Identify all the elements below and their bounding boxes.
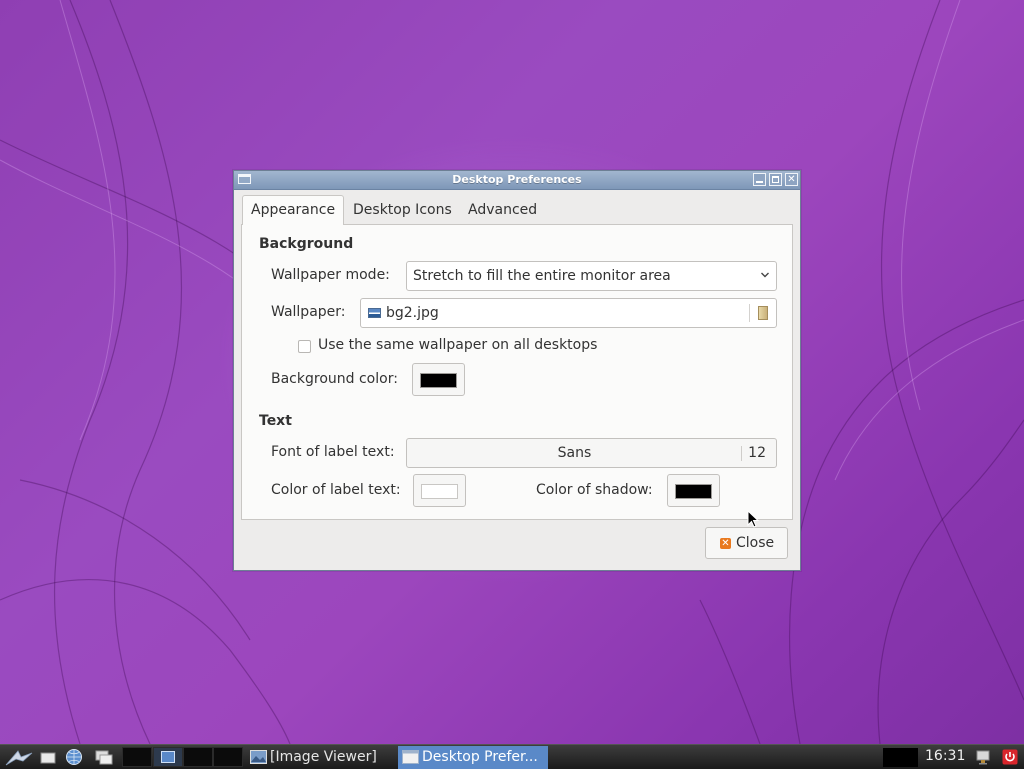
window-title: Desktop Preferences <box>452 173 582 186</box>
clock[interactable]: 16:31 <box>925 745 965 768</box>
image-file-icon <box>368 308 381 318</box>
font-name: Sans <box>557 445 592 461</box>
network-icon[interactable] <box>975 749 991 765</box>
background-color-swatch <box>420 373 457 388</box>
system-monitor[interactable] <box>883 748 918 767</box>
web-browser-icon[interactable] <box>64 748 84 766</box>
background-section-title: Background <box>259 236 354 252</box>
workspace-2[interactable] <box>153 747 183 767</box>
image-viewer-icon <box>250 750 267 764</box>
window-close-button[interactable]: ✕ <box>785 173 798 186</box>
wallpaper-mode-value: Stretch to fill the entire monitor area <box>413 268 671 284</box>
shadow-color-label: Color of shadow: <box>536 482 653 498</box>
task-desktop-preferences[interactable]: Desktop Prefer... <box>398 746 548 769</box>
power-icon[interactable] <box>1002 749 1018 765</box>
separator <box>749 304 750 322</box>
window-icon <box>402 750 419 764</box>
tab-appearance[interactable]: Appearance <box>242 195 345 225</box>
wallpaper-mode-label: Wallpaper mode: <box>271 267 390 283</box>
label-color-swatch <box>421 484 458 499</box>
tab-advanced[interactable]: Advanced <box>460 196 545 224</box>
title-bar[interactable]: Desktop Preferences ✕ <box>234 171 800 190</box>
font-chooser-button[interactable]: Sans 12 <box>406 438 777 468</box>
appearance-panel: Background Wallpaper mode: Stretch to fi… <box>241 224 793 520</box>
same-wallpaper-checkbox[interactable] <box>298 340 311 353</box>
separator <box>741 446 742 461</box>
workspace-1[interactable] <box>122 747 152 767</box>
workspace-4[interactable] <box>213 747 243 767</box>
tab-desktop-icons[interactable]: Desktop Icons <box>345 196 460 224</box>
background-color-label: Background color: <box>271 371 398 387</box>
task-desktop-preferences-label: Desktop Prefer... <box>422 749 538 765</box>
shadow-color-button[interactable] <box>667 474 720 507</box>
text-section-title: Text <box>259 413 292 429</box>
mouse-pointer-icon <box>747 510 759 528</box>
minimize-button[interactable] <box>753 173 766 186</box>
menu-icon[interactable] <box>4 748 34 766</box>
label-color-label: Color of label text: <box>271 482 401 498</box>
task-image-viewer-label: [Image Viewer] <box>270 749 377 765</box>
wallpaper-file-chooser[interactable]: bg2.jpg <box>360 298 777 328</box>
label-color-button[interactable] <box>413 474 466 507</box>
file-manager-icon[interactable] <box>38 748 58 766</box>
close-button-label: Close <box>736 535 775 551</box>
folder-icon[interactable] <box>758 306 768 320</box>
font-size: 12 <box>748 445 766 461</box>
same-wallpaper-label[interactable]: Use the same wallpaper on all desktops <box>318 337 597 353</box>
task-image-viewer[interactable]: [Image Viewer] <box>246 746 396 769</box>
desktop-preferences-window: Desktop Preferences ✕ Appearance Desktop… <box>233 170 801 571</box>
wallpaper-file-name: bg2.jpg <box>386 305 439 321</box>
font-label: Font of label text: <box>271 444 395 460</box>
maximize-button[interactable] <box>769 173 782 186</box>
chevron-down-icon <box>761 272 769 278</box>
wallpaper-mode-select[interactable]: Stretch to fill the entire monitor area <box>406 261 777 291</box>
background-color-button[interactable] <box>412 363 465 396</box>
window-thumbnail <box>161 751 175 763</box>
workspace-3[interactable] <box>183 747 213 767</box>
wallpaper-label: Wallpaper: <box>271 304 346 320</box>
shadow-color-swatch <box>675 484 712 499</box>
window-list-icon[interactable] <box>94 748 114 766</box>
close-icon: ✕ <box>720 538 731 549</box>
close-button[interactable]: ✕ Close <box>705 527 788 559</box>
taskbar: [Image Viewer] Desktop Prefer... 16:31 <box>0 744 1024 769</box>
